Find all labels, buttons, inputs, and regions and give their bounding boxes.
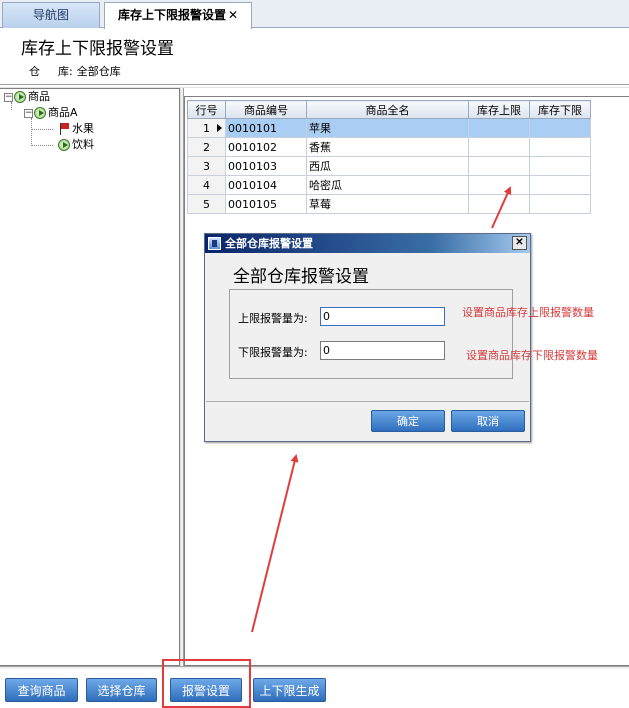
grid-header-row: 行号 商品编号 商品全名 库存上限 库存下限 <box>187 100 591 119</box>
page-title: 库存上下限报警设置 <box>21 39 174 59</box>
cell-name[interactable]: 草莓 <box>306 194 469 214</box>
warehouse-label-part2: 库: <box>58 65 73 78</box>
confirm-button[interactable]: 确定 <box>371 410 445 432</box>
cell-upper[interactable] <box>468 156 530 176</box>
cell-code[interactable]: 0010101 <box>225 118 307 138</box>
lower-annotation: 设置商品库存下限报警数量 <box>466 349 598 362</box>
tree-node-fruit[interactable]: 水果 <box>58 121 94 137</box>
cell-lower[interactable] <box>529 175 591 195</box>
tree-node-label: 饮料 <box>72 138 94 151</box>
upper-alarm-input[interactable] <box>320 307 445 326</box>
tree-node-root[interactable]: − 商品 <box>4 89 50 105</box>
cell-upper[interactable] <box>468 194 530 214</box>
cell-lower[interactable] <box>529 194 591 214</box>
tree-connector <box>31 118 32 146</box>
alarm-fields-group: 上限报警量为: 下限报警量为: <box>229 289 513 379</box>
col-header-upper[interactable]: 库存上限 <box>468 100 530 119</box>
product-grid[interactable]: 行号 商品编号 商品全名 库存上限 库存下限 1 0010101 苹果 2 00… <box>187 100 591 214</box>
dialog-titlebar[interactable]: 全部仓库报警设置 ✕ <box>205 234 530 253</box>
dialog-divider <box>206 401 529 402</box>
row-number: 2 <box>187 137 226 157</box>
row-number: 1 <box>187 118 226 138</box>
highlight-box <box>162 659 251 708</box>
warehouse-label-part1: 仓 <box>29 65 40 78</box>
col-header-lower[interactable]: 库存下限 <box>529 100 591 119</box>
tree-connector <box>31 145 53 146</box>
cancel-button[interactable]: 取消 <box>451 410 525 432</box>
tab-navigation-label: 导航图 <box>32 8 69 22</box>
alarm-settings-dialog: 全部仓库报警设置 ✕ 全部仓库报警设置 上限报警量为: 下限报警量为: 确定 取… <box>204 233 531 442</box>
select-warehouse-button[interactable]: 选择仓库 <box>86 678 157 702</box>
table-row[interactable]: 4 0010104 哈密瓜 <box>187 175 591 195</box>
collapse-icon[interactable]: − <box>24 108 33 118</box>
red-flag-icon <box>58 123 70 135</box>
cell-upper[interactable] <box>468 118 530 138</box>
cell-name[interactable]: 西瓜 <box>306 156 469 176</box>
tree-node-label: 商品 <box>28 90 50 103</box>
table-row[interactable]: 3 0010103 西瓜 <box>187 156 591 176</box>
cell-name[interactable]: 哈密瓜 <box>306 175 469 195</box>
generate-limits-button[interactable]: 上下限生成 <box>253 678 326 702</box>
warehouse-info: 仓 库: 全部仓库 <box>29 63 121 79</box>
dialog-heading: 全部仓库报警设置 <box>233 267 369 287</box>
upper-annotation: 设置商品库存上限报警数量 <box>462 306 594 319</box>
row-number-text: 1 <box>203 121 210 135</box>
tab-bar: 导航图 库存上下限报警设置 ✕ <box>0 0 629 29</box>
row-pointer-icon <box>217 124 222 132</box>
tree-connector <box>31 129 53 130</box>
cell-code[interactable]: 0010105 <box>225 194 307 214</box>
row-number: 4 <box>187 175 226 195</box>
dialog-close-button[interactable]: ✕ <box>512 236 527 250</box>
cell-lower[interactable] <box>529 137 591 157</box>
close-icon[interactable]: ✕ <box>228 8 238 22</box>
collapse-icon[interactable]: − <box>4 92 13 102</box>
tab-stock-alarm-label: 库存上下限报警设置 <box>117 8 226 22</box>
app-icon <box>208 237 221 250</box>
lower-alarm-label: 下限报警量为: <box>238 346 308 359</box>
table-row[interactable]: 5 0010105 草莓 <box>187 194 591 214</box>
tree-node-label: 水果 <box>72 122 94 135</box>
row-number: 5 <box>187 194 226 214</box>
table-row[interactable]: 1 0010101 苹果 <box>187 118 591 138</box>
cell-code[interactable]: 0010104 <box>225 175 307 195</box>
tab-navigation[interactable]: 导航图 <box>2 2 100 28</box>
play-circle-icon <box>14 91 26 103</box>
col-header-name[interactable]: 商品全名 <box>306 100 469 119</box>
col-header-code[interactable]: 商品编号 <box>225 100 307 119</box>
tree-node-drinks[interactable]: 饮料 <box>58 137 94 153</box>
cell-upper[interactable] <box>468 137 530 157</box>
play-circle-icon <box>58 139 70 151</box>
app-window: 导航图 库存上下限报警设置 ✕ 库存上下限报警设置 仓库: 全部仓库 − 商品 − 商品… <box>0 0 629 708</box>
cell-upper[interactable] <box>468 175 530 195</box>
row-number: 3 <box>187 156 226 176</box>
dialog-title: 全部仓库报警设置 <box>225 237 313 250</box>
upper-alarm-label: 上限报警量为: <box>238 312 308 325</box>
cell-lower[interactable] <box>529 118 591 138</box>
col-header-row-no[interactable]: 行号 <box>187 100 226 119</box>
tab-stock-alarm-settings[interactable]: 库存上下限报警设置 ✕ <box>104 2 252 29</box>
cell-code[interactable]: 0010102 <box>225 137 307 157</box>
table-row[interactable]: 2 0010102 香蕉 <box>187 137 591 157</box>
lower-alarm-input[interactable] <box>320 341 445 360</box>
cell-code[interactable]: 0010103 <box>225 156 307 176</box>
category-tree[interactable]: − 商品 − 商品A 水果 饮料 <box>0 88 180 666</box>
tree-node-label: 商品A <box>48 106 78 119</box>
cell-lower[interactable] <box>529 156 591 176</box>
play-circle-icon <box>34 107 46 119</box>
warehouse-value: 全部仓库 <box>76 65 121 78</box>
cell-name[interactable]: 苹果 <box>306 118 469 138</box>
query-products-button[interactable]: 查询商品 <box>5 678 78 702</box>
bottom-separator <box>0 666 629 669</box>
tree-node-product-a[interactable]: − 商品A <box>24 105 78 121</box>
cell-name[interactable]: 香蕉 <box>306 137 469 157</box>
